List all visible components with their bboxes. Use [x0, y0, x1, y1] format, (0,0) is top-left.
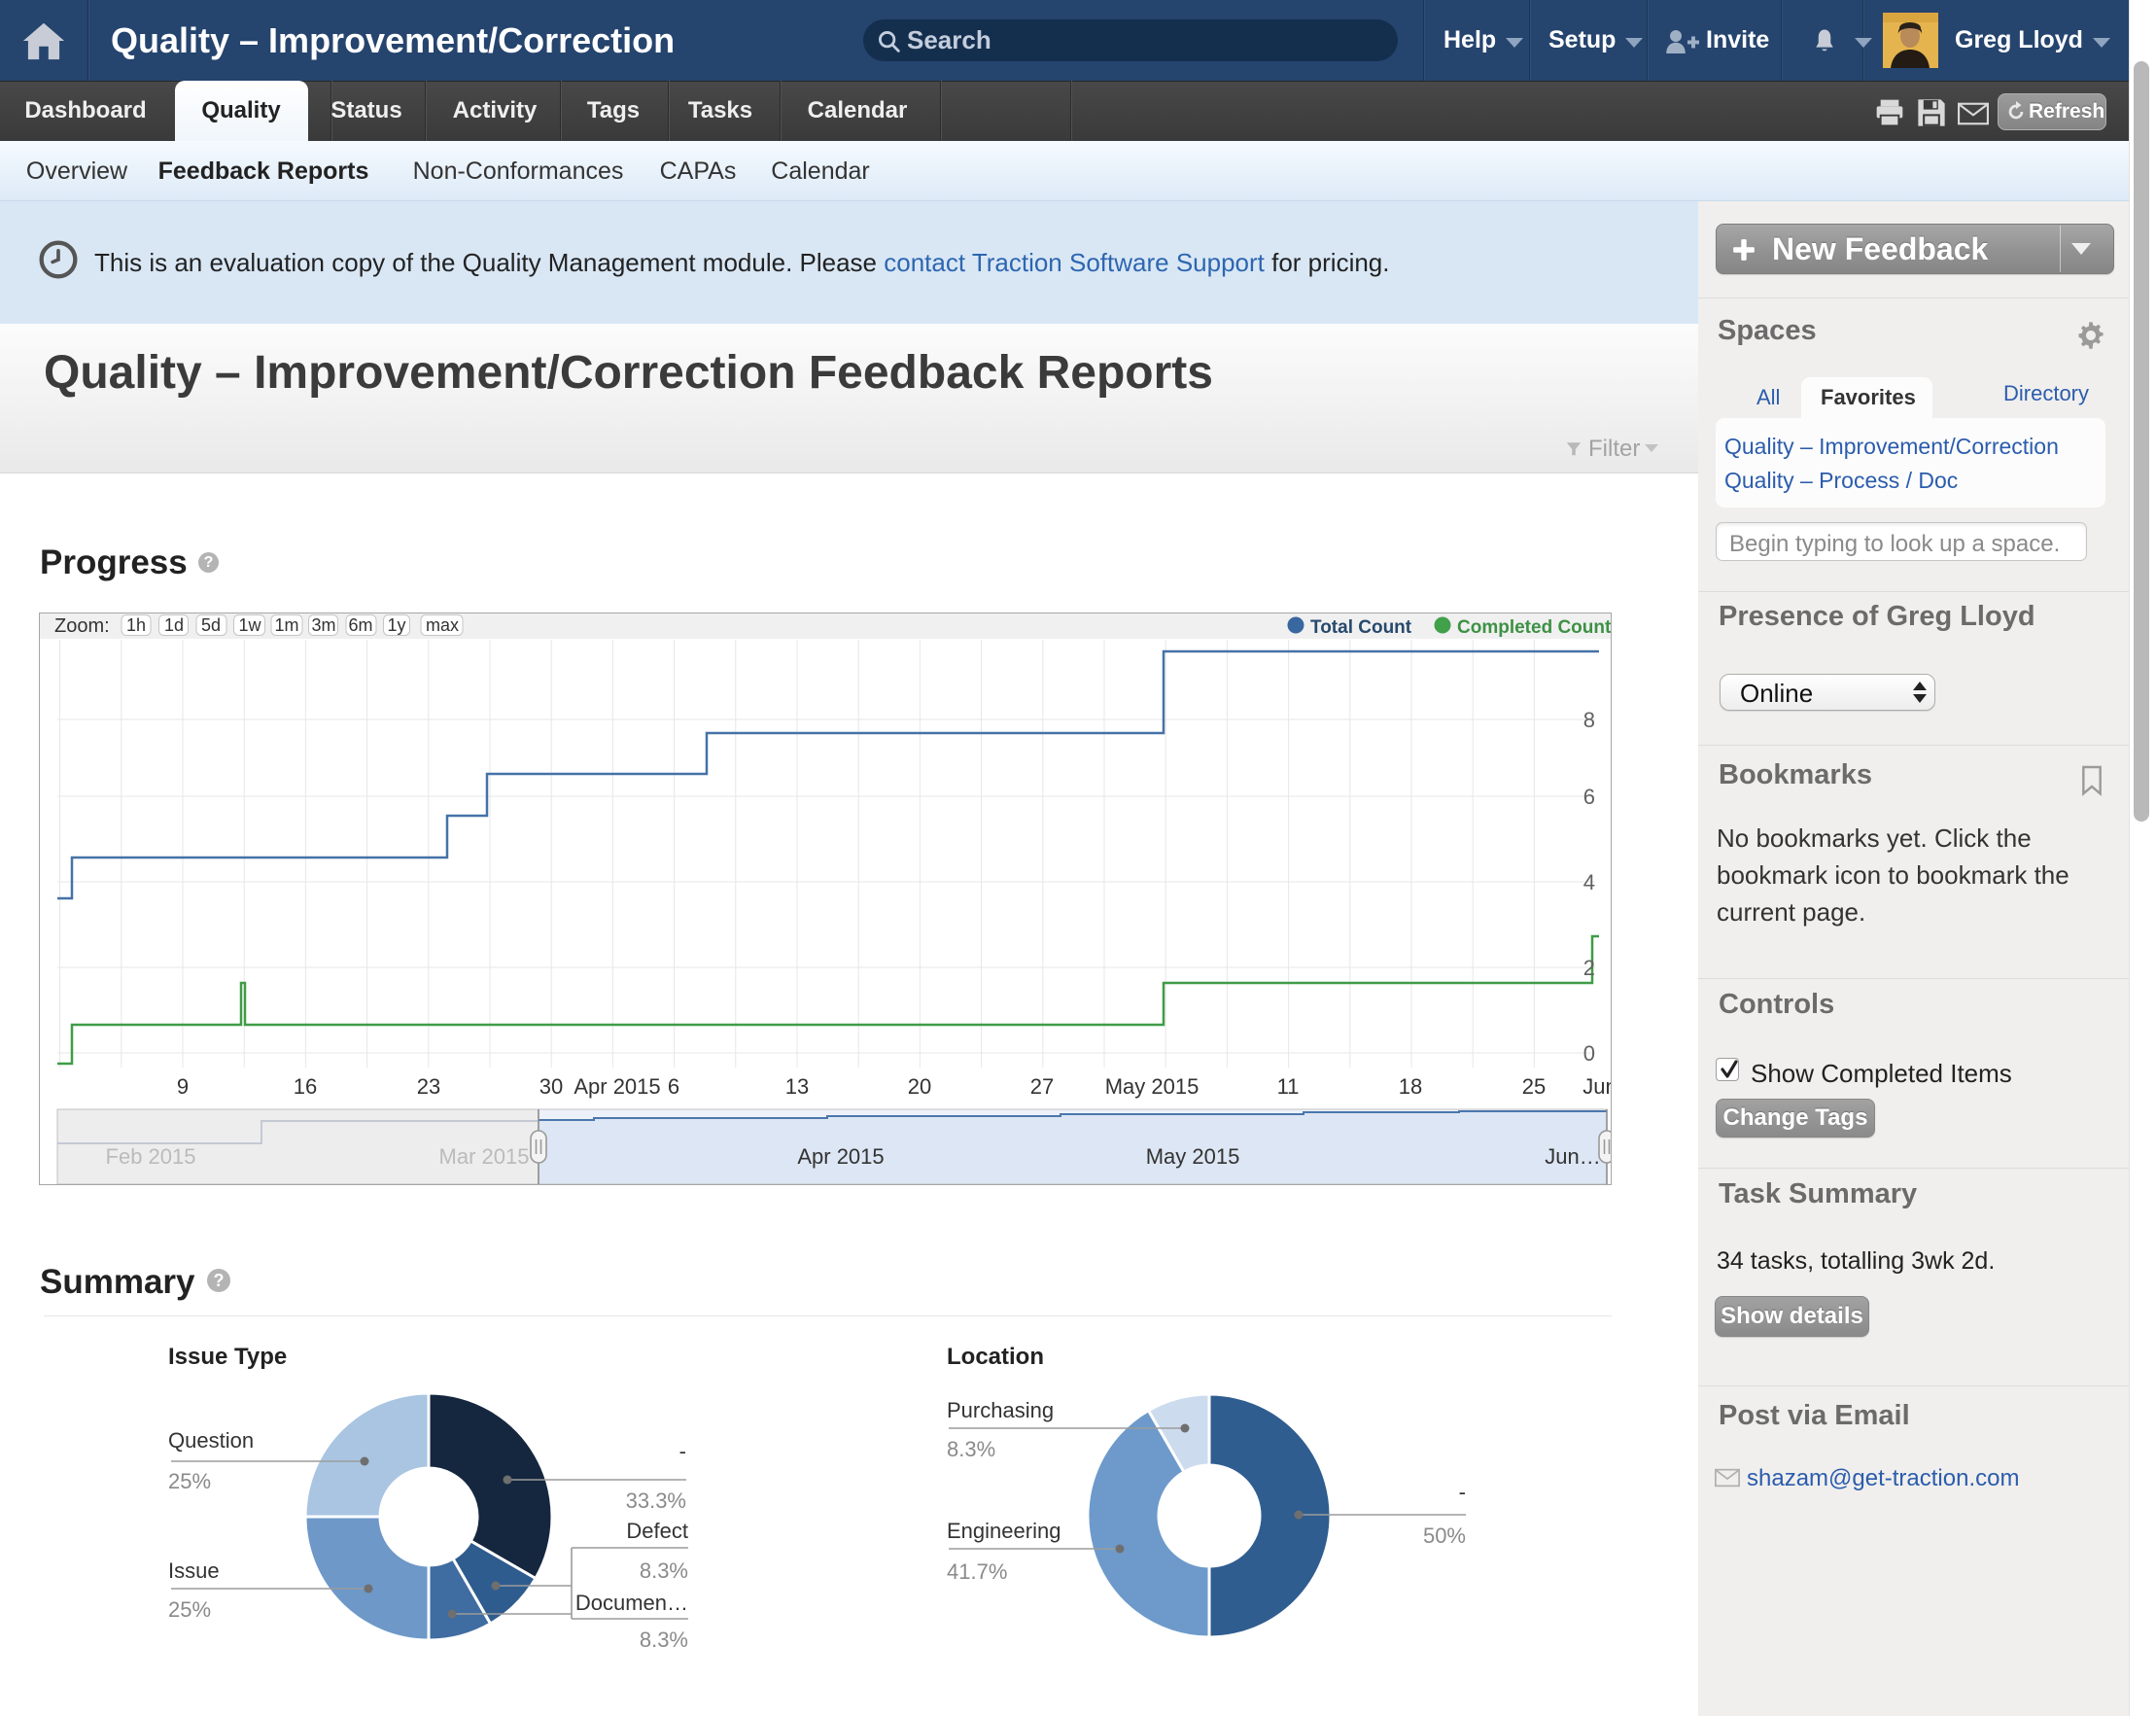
svg-text:Zoom:: Zoom: — [54, 615, 110, 637]
svg-text:Feb 2015: Feb 2015 — [106, 1144, 196, 1169]
svg-text:23: 23 — [417, 1074, 440, 1099]
svg-text:max: max — [426, 615, 459, 635]
svg-text:Mar 2015: Mar 2015 — [439, 1144, 530, 1169]
svg-text:20: 20 — [908, 1074, 931, 1099]
svg-text:6: 6 — [1583, 785, 1595, 809]
svg-text:2: 2 — [1583, 956, 1595, 980]
svg-text:5d: 5d — [201, 615, 221, 635]
svg-text:1d: 1d — [164, 615, 184, 635]
svg-text:3m: 3m — [311, 615, 335, 635]
svg-text:Total Count: Total Count — [1310, 617, 1412, 638]
svg-text:Engineering: Engineering — [947, 1519, 1061, 1543]
svg-text:25: 25 — [1522, 1074, 1546, 1099]
svg-text:Defect: Defect — [626, 1519, 688, 1543]
svg-text:0: 0 — [1583, 1041, 1595, 1066]
svg-text:6: 6 — [668, 1074, 679, 1099]
svg-text:-: - — [679, 1439, 686, 1463]
svg-text:Apr 2015: Apr 2015 — [797, 1144, 884, 1169]
svg-text:25%: 25% — [168, 1597, 211, 1622]
svg-text:8.3%: 8.3% — [640, 1628, 688, 1652]
svg-text:8: 8 — [1583, 708, 1595, 732]
svg-text:1m: 1m — [274, 615, 298, 635]
svg-text:Documen…: Documen… — [575, 1591, 688, 1615]
svg-text:Question: Question — [168, 1428, 254, 1453]
svg-text:11: 11 — [1277, 1074, 1300, 1099]
svg-text:50%: 50% — [1423, 1523, 1466, 1548]
svg-text:Jun…: Jun… — [1545, 1144, 1600, 1169]
svg-text:Completed Count: Completed Count — [1457, 617, 1611, 638]
svg-text:8.3%: 8.3% — [947, 1437, 995, 1461]
svg-text:4: 4 — [1583, 870, 1595, 894]
svg-text:30: 30 — [539, 1074, 563, 1099]
svg-text:Issue: Issue — [168, 1558, 220, 1583]
svg-text:1h: 1h — [126, 615, 146, 635]
svg-text:-: - — [1459, 1480, 1466, 1504]
svg-text:8.3%: 8.3% — [640, 1558, 688, 1583]
svg-text:Jun: Jun — [1582, 1074, 1611, 1099]
svg-text:33.3%: 33.3% — [626, 1488, 686, 1513]
svg-text:May 2015: May 2015 — [1105, 1074, 1200, 1099]
svg-text:16: 16 — [294, 1074, 317, 1099]
svg-text:18: 18 — [1399, 1074, 1422, 1099]
svg-text:Apr 2015: Apr 2015 — [574, 1074, 660, 1099]
svg-text:13: 13 — [785, 1074, 809, 1099]
svg-text:May 2015: May 2015 — [1146, 1144, 1240, 1169]
svg-text:41.7%: 41.7% — [947, 1559, 1007, 1584]
svg-text:9: 9 — [177, 1074, 189, 1099]
svg-text:6m: 6m — [348, 615, 372, 635]
svg-text:Purchasing: Purchasing — [947, 1398, 1054, 1422]
svg-text:25%: 25% — [168, 1469, 211, 1493]
svg-text:1y: 1y — [387, 615, 405, 635]
svg-text:1w: 1w — [238, 615, 261, 635]
svg-text:27: 27 — [1030, 1074, 1054, 1099]
